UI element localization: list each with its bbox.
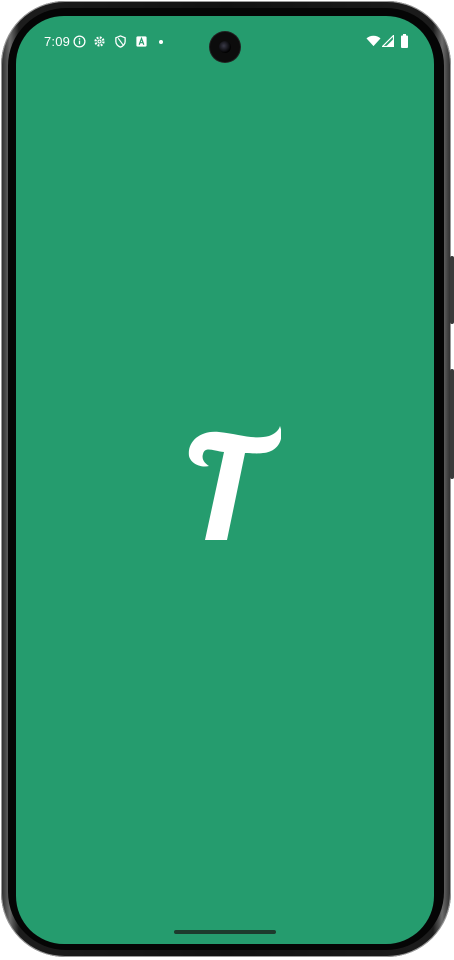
volume-button: [450, 369, 454, 479]
gear-icon: [94, 36, 105, 47]
app-screen: 7:09: [16, 16, 434, 944]
status-time: 7:09: [44, 34, 71, 49]
battery-icon: [401, 34, 408, 48]
a-icon: [136, 36, 147, 47]
t-logo-icon: [188, 426, 281, 540]
signal-icon: [382, 35, 394, 47]
notification-dot-icon: [159, 40, 163, 44]
info-icon: [73, 35, 86, 48]
status-bar: 7:09: [16, 16, 434, 68]
front-camera: [210, 32, 240, 62]
home-indicator[interactable]: [174, 930, 276, 934]
wifi-icon: [366, 35, 381, 47]
shield-icon: [115, 35, 126, 48]
power-button: [450, 256, 454, 324]
